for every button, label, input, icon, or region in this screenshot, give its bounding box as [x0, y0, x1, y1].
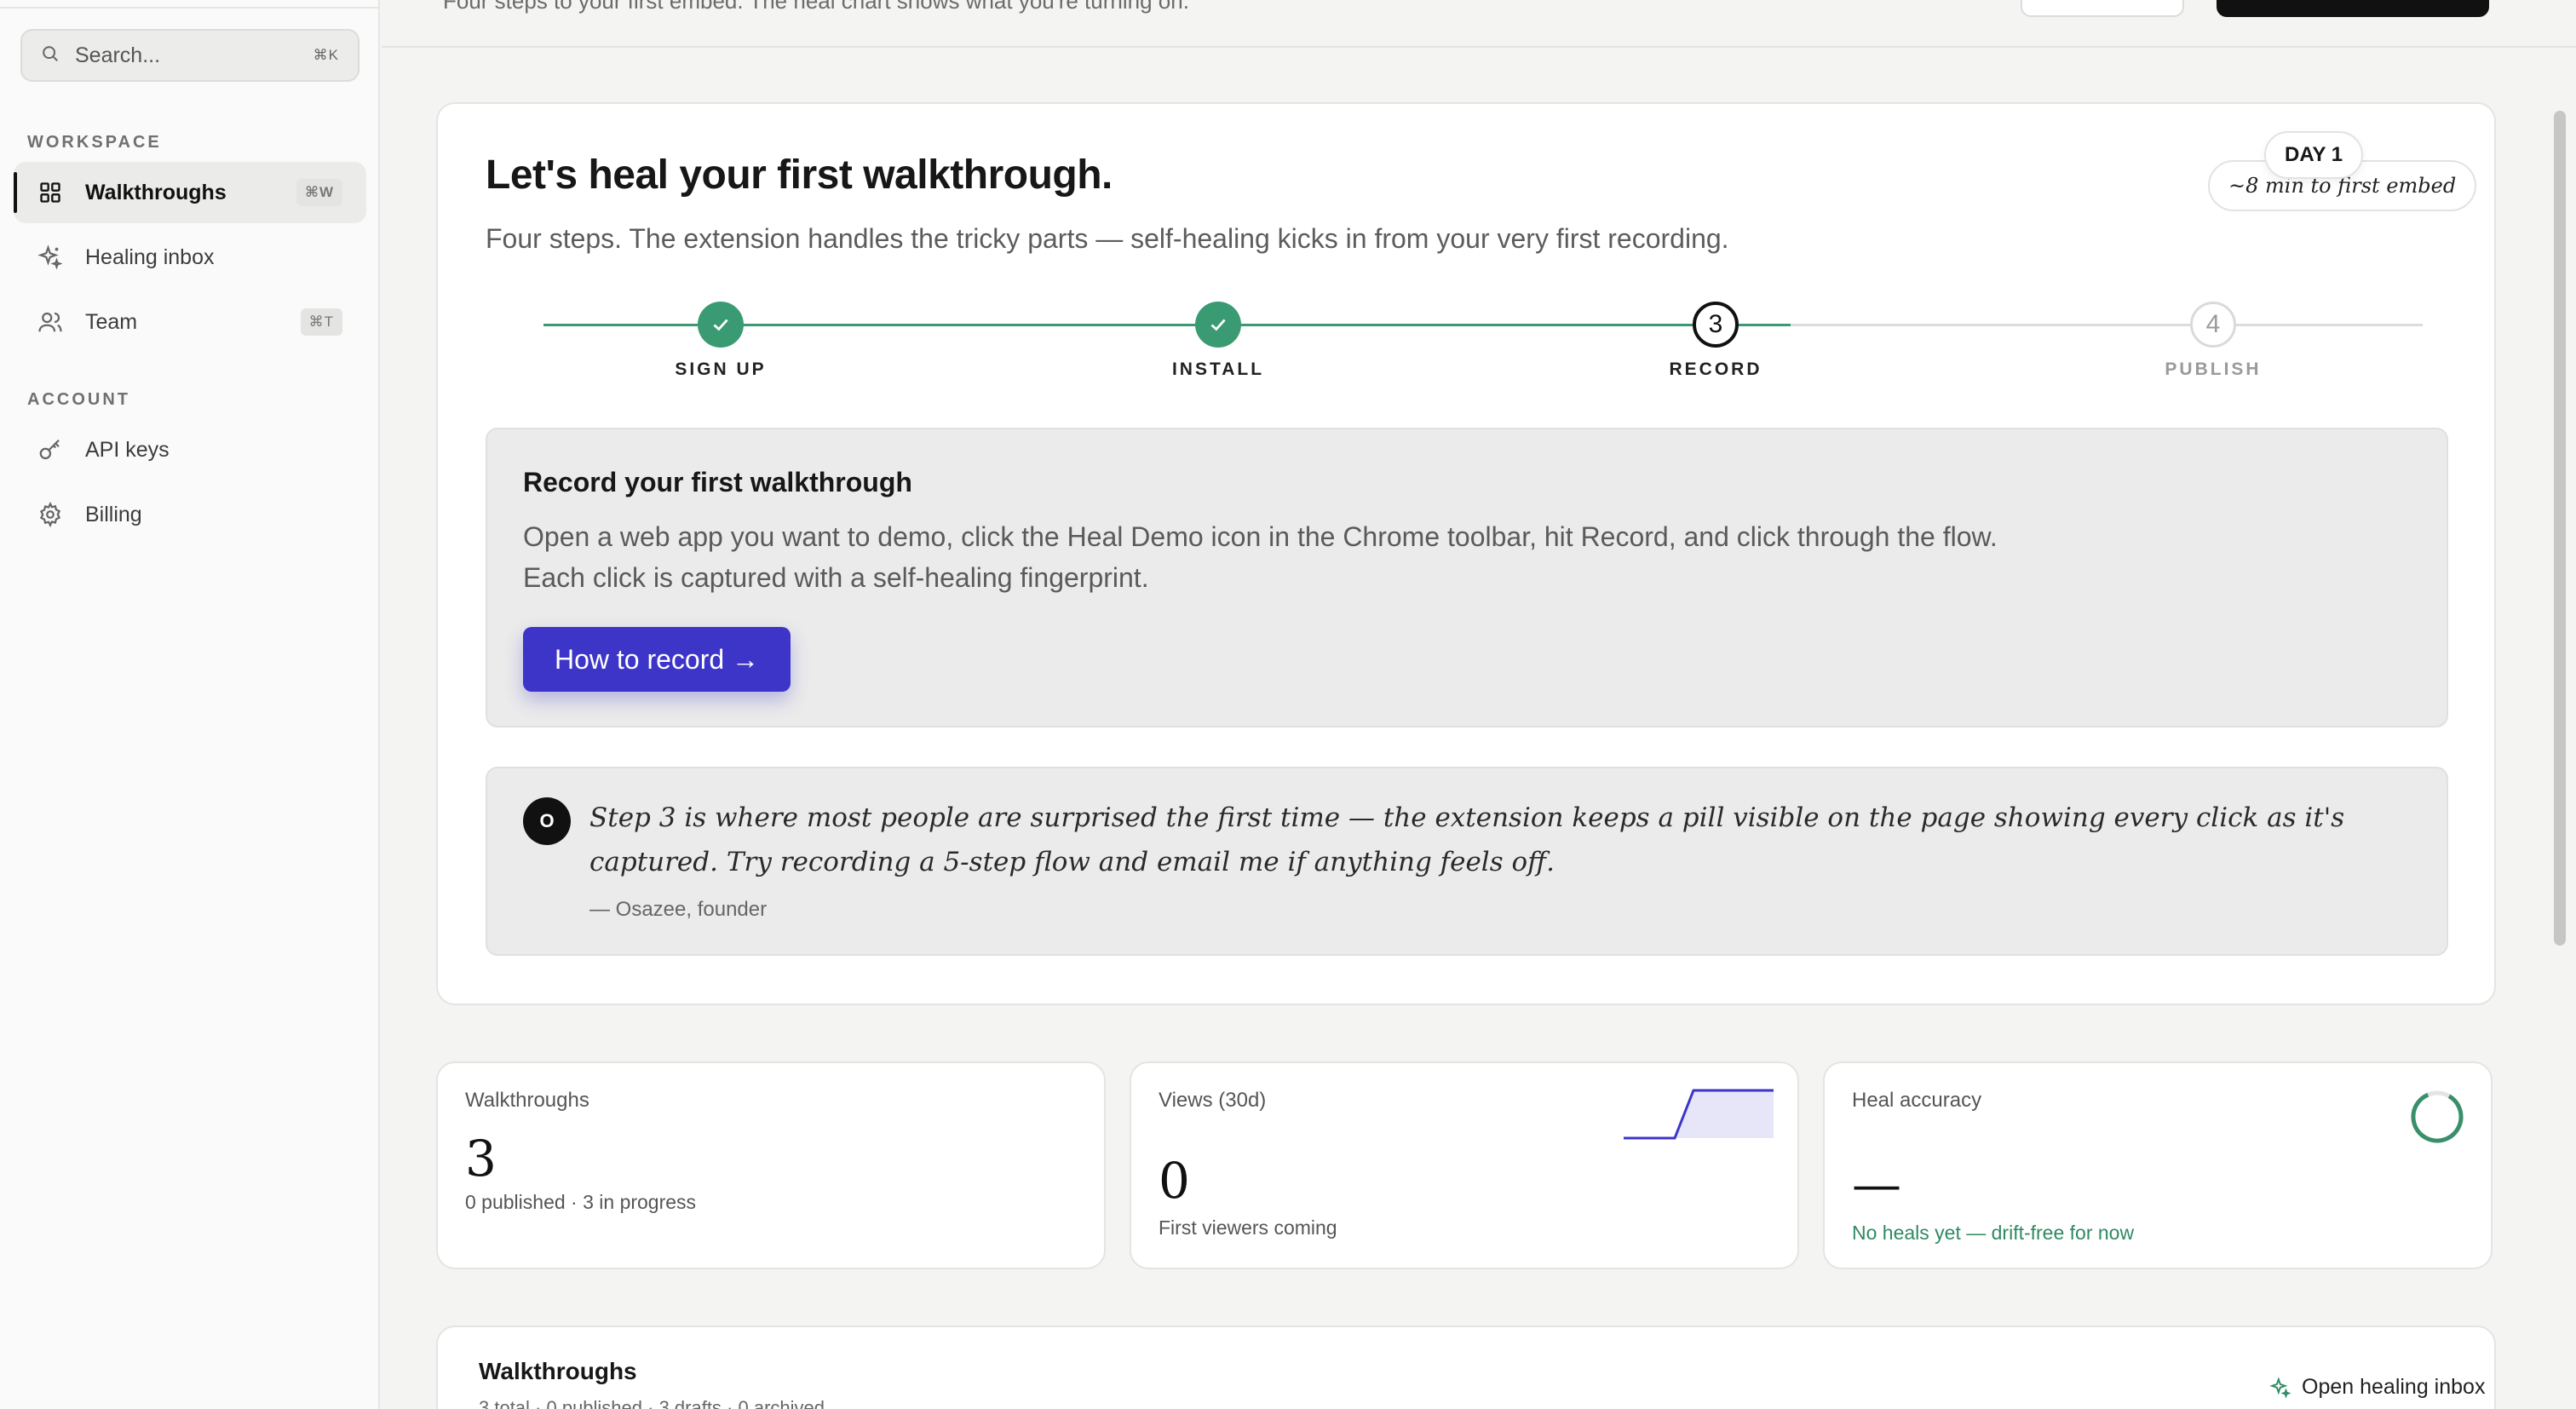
- open-healing-inbox-label: Open healing inbox: [2302, 1375, 2486, 1399]
- users-icon: [36, 308, 65, 336]
- current-step-title: Record your first walkthrough: [523, 467, 912, 497]
- sidebar-item-billing[interactable]: Billing: [14, 484, 366, 545]
- sidebar-item-label: Healing inbox: [85, 244, 215, 269]
- walkthroughs-title: Walkthroughs: [479, 1358, 637, 1384]
- stat-value: —: [1852, 1155, 1901, 1213]
- current-step-description: Open a web app you want to demo, click t…: [523, 521, 1998, 593]
- stat-card-heal-accuracy: Heal accuracy — No heals yet — drift-fre…: [1823, 1061, 2493, 1269]
- gear-icon: [36, 500, 65, 529]
- onboarding-stepper: SIGN UP INSTALL 3 RECORD 4 PUBLISH: [438, 302, 2498, 395]
- search-input[interactable]: Search... ⌘K: [20, 29, 359, 82]
- stat-value: 3: [465, 1130, 497, 1188]
- search-icon: [41, 44, 60, 67]
- how-to-record-button[interactable]: How to record →: [523, 627, 791, 692]
- stat-value: 0: [1159, 1152, 1190, 1210]
- sidebar-item-label: Billing: [85, 502, 142, 526]
- stat-label: Heal accuracy: [1852, 1089, 1982, 1112]
- open-healing-inbox-link[interactable]: Open healing inbox: [2269, 1375, 2485, 1400]
- search-shortcut: ⌘K: [313, 47, 339, 63]
- section-label-account: ACCOUNT: [27, 390, 130, 409]
- stat-note: No heals yet — drift-free for now: [1852, 1222, 2135, 1244]
- scrollbar-thumb[interactable]: [2554, 111, 2566, 946]
- walkthroughs-summary: 3 total · 0 published · 3 drafts · 0 arc…: [479, 1397, 825, 1409]
- founder-quote: Step 3 is where most people are surprise…: [589, 802, 2345, 877]
- stat-note: First viewers coming: [1159, 1216, 1337, 1239]
- sidebar-item-label: Team: [85, 309, 138, 334]
- onboarding-title: Let's heal your first walkthrough.: [486, 152, 1113, 198]
- founder-note: O Step 3 is where most people are surpri…: [486, 767, 2448, 956]
- page-subtitle: Four steps to your first embed. The heal…: [443, 0, 1189, 14]
- views-sparkline: [1624, 1089, 1774, 1140]
- section-label-workspace: WORKSPACE: [27, 133, 162, 152]
- stepper-track-remaining: [1791, 324, 2423, 326]
- sidebar-item-api-keys[interactable]: API keys: [14, 419, 366, 480]
- day-badge: DAY 1: [2264, 131, 2364, 179]
- step-label: RECORD: [1669, 359, 1762, 379]
- sparkle-icon: [36, 243, 65, 272]
- stat-label: Walkthroughs: [465, 1089, 589, 1112]
- main-content: Four steps to your first embed. The heal…: [382, 0, 2576, 1409]
- avatar: O: [523, 797, 571, 845]
- walkthroughs-card: Walkthroughs 3 total · 0 published · 3 d…: [436, 1326, 2496, 1409]
- search-placeholder: Search...: [75, 43, 161, 67]
- onboarding-card: Let's heal your first walkthrough. Four …: [436, 102, 2496, 1005]
- grid-icon: [36, 178, 65, 207]
- stat-card-views: Views (30d) 0 First viewers coming: [1130, 1061, 1799, 1269]
- sidebar-item-walkthroughs[interactable]: Walkthroughs ⌘W: [14, 162, 366, 223]
- secondary-header-button[interactable]: [2021, 0, 2184, 17]
- heal-accuracy-ring: [2411, 1090, 2464, 1143]
- page-header: Four steps to your first embed. The heal…: [382, 0, 2576, 48]
- check-icon: [1195, 302, 1241, 348]
- step-record: 3 RECORD: [1613, 302, 1818, 380]
- step-label: INSTALL: [1171, 359, 1265, 379]
- sparkle-icon: [2269, 1376, 2291, 1399]
- step-publish: 4 PUBLISH: [2111, 302, 2315, 380]
- stat-label: Views (30d): [1159, 1089, 1267, 1112]
- check-icon: [698, 302, 744, 348]
- sidebar-top-divider: [0, 0, 380, 9]
- key-icon: [36, 435, 65, 464]
- quote-author: — Osazee, founder: [589, 898, 768, 921]
- onboarding-subtitle: Four steps. The extension handles the tr…: [486, 223, 1729, 254]
- sidebar: Search... ⌘K WORKSPACE Walkthroughs ⌘W H…: [0, 0, 380, 1409]
- stat-note: 0 published · 3 in progress: [465, 1191, 697, 1213]
- sidebar-item-label: API keys: [85, 437, 170, 462]
- current-step-panel: Record your first walkthrough Open a web…: [486, 428, 2448, 728]
- step-sign-up: SIGN UP: [618, 302, 823, 380]
- shortcut-badge: ⌘W: [296, 179, 342, 206]
- step-install: INSTALL: [1116, 302, 1320, 380]
- primary-header-button[interactable]: [2217, 0, 2489, 17]
- sidebar-item-team[interactable]: Team ⌘T: [14, 291, 366, 353]
- step-label: SIGN UP: [675, 359, 767, 379]
- shortcut-badge: ⌘T: [300, 308, 342, 336]
- sidebar-item-healing-inbox[interactable]: Healing inbox: [14, 227, 366, 288]
- step-label: PUBLISH: [2165, 359, 2262, 379]
- sidebar-item-label: Walkthroughs: [85, 180, 227, 204]
- step-number: 3: [1693, 302, 1739, 348]
- stat-card-walkthroughs: Walkthroughs 3 0 published · 3 in progre…: [436, 1061, 1106, 1269]
- step-number: 4: [2190, 302, 2236, 348]
